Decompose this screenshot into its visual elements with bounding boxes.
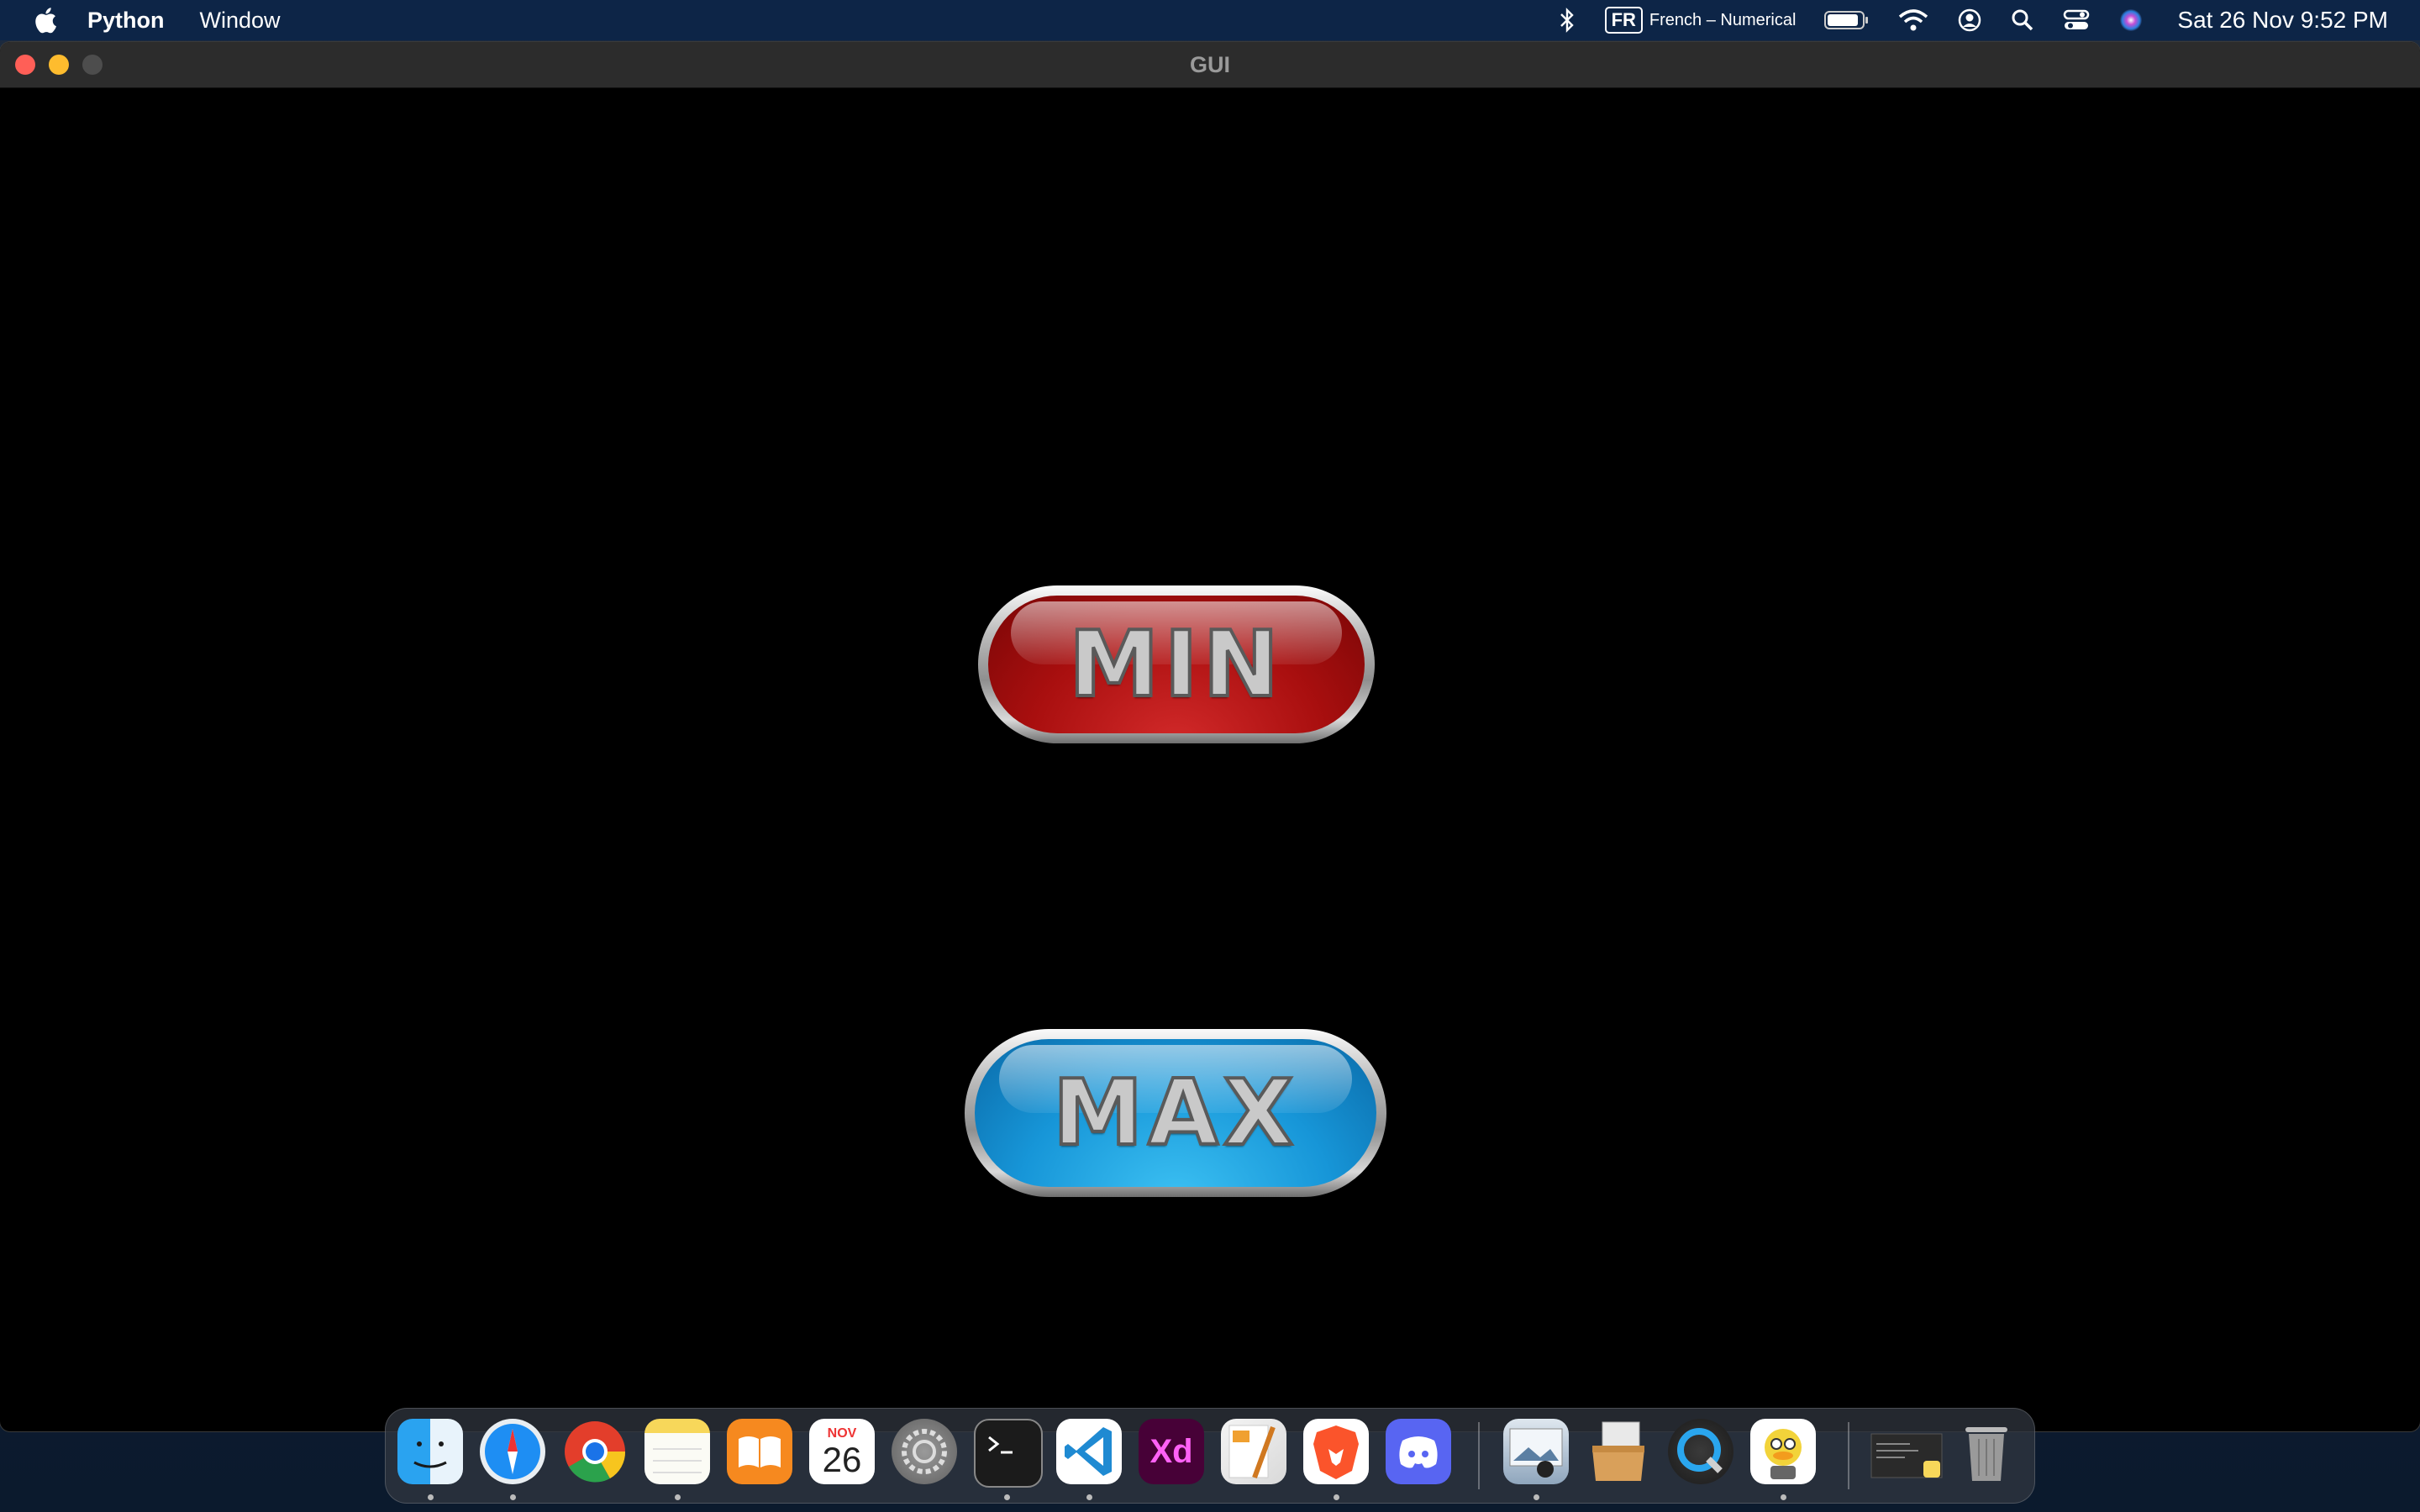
- wifi-icon[interactable]: [1898, 8, 1928, 32]
- dock-separator: [1478, 1422, 1480, 1489]
- min-button-label: MIN: [1067, 611, 1285, 719]
- window-title: GUI: [1189, 51, 1230, 77]
- control-center-icon[interactable]: [2063, 8, 2090, 32]
- calendar-icon[interactable]: NOV 26: [809, 1419, 875, 1484]
- window-close-button[interactable]: [15, 55, 35, 75]
- system-preferences-icon[interactable]: [892, 1419, 957, 1484]
- window-minimize-button[interactable]: [49, 55, 69, 75]
- finder-running-indicator: [428, 1494, 434, 1500]
- spotlight-icon[interactable]: [2011, 8, 2034, 32]
- discord-icon[interactable]: [1386, 1419, 1451, 1484]
- cyberduck-running-indicator: [1781, 1494, 1786, 1500]
- menubar-clock[interactable]: Sat 26 Nov 9:52 PM: [2177, 7, 2388, 34]
- brave-icon[interactable]: [1303, 1419, 1369, 1484]
- siri-icon[interactable]: [2118, 8, 2144, 33]
- max-button-label: MAX: [1051, 1059, 1299, 1168]
- terminal-running-indicator: [1004, 1494, 1010, 1500]
- terminal-icon[interactable]: [974, 1419, 1043, 1488]
- vscode-running-indicator: [1086, 1494, 1092, 1500]
- menu-window[interactable]: Window: [200, 8, 281, 34]
- safari-icon[interactable]: [480, 1419, 545, 1484]
- notes-icon[interactable]: [644, 1419, 710, 1484]
- input-source-menu[interactable]: FR French – Numerical: [1604, 7, 1797, 34]
- preview-running-indicator: [1534, 1494, 1539, 1500]
- cyberduck-icon[interactable]: [1750, 1419, 1816, 1484]
- adobe-xd-icon[interactable]: Xd: [1139, 1419, 1204, 1484]
- books-icon[interactable]: [727, 1419, 792, 1484]
- brave-running-indicator: [1334, 1494, 1339, 1500]
- input-source-name: French – Numerical: [1649, 10, 1797, 29]
- bluetooth-icon[interactable]: [1558, 8, 1576, 33]
- quicktime-icon[interactable]: [1668, 1419, 1733, 1484]
- window-zoom-button[interactable]: [82, 55, 103, 75]
- preview-icon[interactable]: [1503, 1419, 1569, 1484]
- window-content: MIN MAX: [0, 88, 2420, 1431]
- battery-icon[interactable]: [1824, 9, 1870, 31]
- pages-icon[interactable]: [1221, 1419, 1286, 1484]
- gui-window: GUI MIN MAX: [0, 42, 2420, 1431]
- vscode-icon[interactable]: [1056, 1419, 1122, 1484]
- chrome-icon[interactable]: [562, 1419, 628, 1484]
- recent-window-thumbnail[interactable]: [1868, 1419, 1945, 1484]
- trash-icon[interactable]: [1954, 1419, 2019, 1484]
- archive-utility-icon[interactable]: [1586, 1419, 1651, 1484]
- dock-separator-2: [1848, 1422, 1849, 1489]
- finder-icon[interactable]: [397, 1419, 463, 1484]
- calendar-day: 26: [822, 1440, 862, 1479]
- app-menu-python[interactable]: Python: [87, 8, 165, 34]
- xd-label: Xd: [1150, 1432, 1193, 1470]
- menu-bar: Python Window FR French – Numerical Sat …: [0, 0, 2420, 40]
- user-icon[interactable]: [1957, 8, 1982, 33]
- min-button[interactable]: MIN: [978, 585, 1375, 743]
- input-source-code: FR: [1604, 7, 1643, 34]
- apple-icon[interactable]: [32, 5, 62, 35]
- dock: NOV 26 Xd: [385, 1408, 2035, 1504]
- notes-running-indicator: [675, 1494, 681, 1500]
- safari-running-indicator: [510, 1494, 516, 1500]
- window-titlebar[interactable]: GUI: [0, 42, 2420, 88]
- max-button[interactable]: MAX: [965, 1029, 1386, 1197]
